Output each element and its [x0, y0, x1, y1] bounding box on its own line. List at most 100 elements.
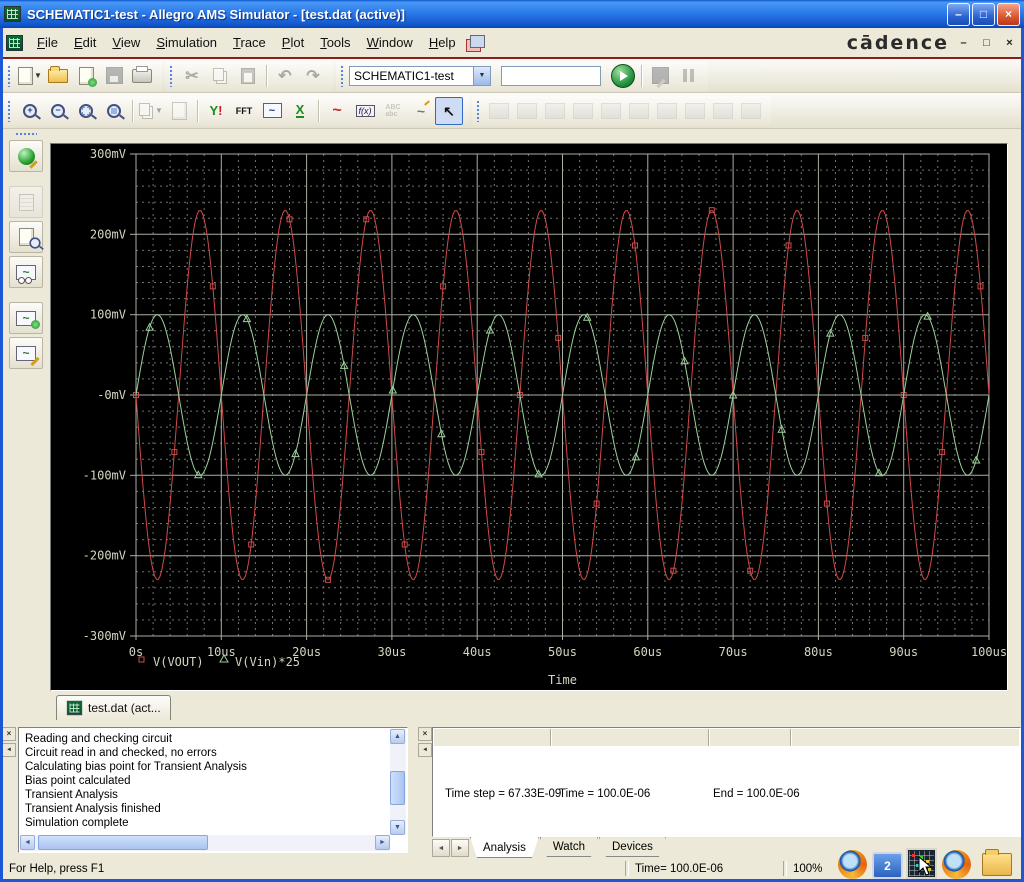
- edit-simulation-profile-button[interactable]: [646, 62, 674, 90]
- vertical-scroll-thumb[interactable]: [390, 771, 405, 805]
- cursor-trough-button[interactable]: [541, 97, 569, 125]
- edit-simulation-profile-sidebar-button[interactable]: ~: [9, 337, 43, 369]
- paste-button[interactable]: [234, 62, 262, 90]
- view-log-button[interactable]: [165, 97, 193, 125]
- view-simulation-results-button[interactable]: ~: [9, 256, 43, 288]
- copy-button[interactable]: [206, 62, 234, 90]
- evaluate-function-button[interactable]: f(x): [351, 97, 379, 125]
- menu-tools[interactable]: Tools: [312, 31, 358, 54]
- chevron-down-icon[interactable]: ▼: [155, 106, 163, 115]
- tab-scroll-right-button[interactable]: ►: [451, 839, 469, 857]
- menu-window[interactable]: Window: [359, 31, 421, 54]
- menu-file[interactable]: File: [29, 31, 66, 54]
- mdi-close-button[interactable]: ×: [1001, 35, 1018, 51]
- minimize-button[interactable]: –: [947, 2, 970, 26]
- close-button[interactable]: ×: [997, 2, 1020, 26]
- print-button[interactable]: [128, 62, 156, 90]
- zoom-in-button[interactable]: +: [16, 97, 44, 125]
- menu-trace[interactable]: Trace: [225, 31, 274, 54]
- scroll-up-button[interactable]: ▲: [390, 729, 405, 744]
- panel-dock-button[interactable]: ◄: [2, 743, 16, 757]
- combo-arrow-icon[interactable]: ▼: [473, 66, 490, 85]
- menu-plot[interactable]: Plot: [274, 31, 312, 54]
- toolbar-grip[interactable]: [7, 64, 11, 87]
- maximize-button[interactable]: □: [972, 2, 995, 26]
- firefox-icon[interactable]: [838, 850, 867, 879]
- new-simulation-profile-button[interactable]: [72, 62, 100, 90]
- add-plot-window-button[interactable]: ~: [258, 97, 286, 125]
- cursor-min-button[interactable]: [597, 97, 625, 125]
- undo-button[interactable]: ↶: [271, 62, 299, 90]
- cursor-slope-button[interactable]: [569, 97, 597, 125]
- monitor-2-icon[interactable]: 2: [872, 852, 903, 879]
- horizontal-scrollbar[interactable]: ◄ ►: [20, 835, 390, 851]
- copy-plot-button[interactable]: ▼: [137, 97, 165, 125]
- toolbar-grip[interactable]: [476, 99, 480, 122]
- x-axis-settings-button[interactable]: X: [286, 97, 314, 125]
- cursor-next-transition-button[interactable]: [709, 97, 737, 125]
- tab-devices[interactable]: Devices: [599, 837, 666, 857]
- chevron-down-icon[interactable]: ▼: [34, 71, 42, 80]
- tab-scroll-left-button[interactable]: ◄: [432, 839, 450, 857]
- zoom-out-button[interactable]: −: [44, 97, 72, 125]
- vertical-scrollbar[interactable]: ▲ ▼: [390, 729, 406, 835]
- y-axis-settings-button[interactable]: Y!: [202, 97, 230, 125]
- folder-icon[interactable]: [982, 849, 1012, 876]
- message-list[interactable]: Reading and checking circuit Circuit rea…: [18, 727, 408, 853]
- open-button[interactable]: [44, 62, 72, 90]
- panel-dock-button[interactable]: ◄: [418, 743, 432, 757]
- toolbar-grip[interactable]: [15, 132, 37, 136]
- tab-watch[interactable]: Watch: [540, 837, 598, 857]
- cascade-windows-icon[interactable]: [469, 34, 485, 48]
- mark-data-points-button[interactable]: ~: [407, 97, 435, 125]
- pause-simulation-button[interactable]: [674, 62, 702, 90]
- cursor-peak-button[interactable]: [513, 97, 541, 125]
- menu-simulation[interactable]: Simulation: [148, 31, 225, 54]
- tab-analysis[interactable]: Analysis: [470, 837, 539, 858]
- message-line: Calculating bias point for Transient Ana…: [25, 761, 247, 773]
- cursor-search-button[interactable]: [681, 97, 709, 125]
- panel-close-button[interactable]: ×: [2, 727, 16, 741]
- run-simulation-button[interactable]: [609, 62, 637, 90]
- scroll-right-button[interactable]: ►: [375, 835, 390, 850]
- view-datapoints-button[interactable]: [737, 97, 765, 125]
- view-circuit-file-button[interactable]: ~: [9, 302, 43, 334]
- firefox-icon[interactable]: [942, 850, 971, 879]
- fft-button[interactable]: FFT: [230, 97, 258, 125]
- zoom-fit-button[interactable]: [100, 97, 128, 125]
- x-tick-label: 100us: [971, 645, 1007, 659]
- plot-tab[interactable]: test.dat (act...: [56, 695, 171, 720]
- waveform-plot[interactable]: 0s 10us 20us 30us 40us 50us 60us 70us 80us 90us 10…: [50, 143, 1008, 691]
- select-pointer-button[interactable]: ↖: [435, 96, 463, 125]
- panel-close-button[interactable]: ×: [418, 727, 432, 741]
- simulation-queue-button[interactable]: [9, 186, 43, 218]
- toolbar-grip[interactable]: [7, 99, 11, 122]
- add-trace-button[interactable]: ~: [323, 97, 351, 125]
- save-button[interactable]: [100, 62, 128, 90]
- cursor-max-button[interactable]: [625, 97, 653, 125]
- menu-edit[interactable]: Edit: [66, 31, 104, 54]
- menu-help[interactable]: Help: [421, 31, 464, 54]
- mdi-minimize-button[interactable]: –: [955, 35, 972, 51]
- analysis-header-row: [434, 729, 1019, 746]
- new-button[interactable]: ▼: [16, 62, 44, 90]
- view-output-file-button[interactable]: [9, 221, 43, 253]
- simulation-profile-combo[interactable]: SCHEMATIC1-test ▼: [349, 65, 491, 86]
- scroll-down-button[interactable]: ▼: [390, 820, 405, 835]
- toolbar-grip[interactable]: [340, 64, 344, 87]
- scroll-left-button[interactable]: ◄: [20, 835, 35, 850]
- redo-button[interactable]: ↷: [299, 62, 327, 90]
- zoom-area-button[interactable]: [72, 97, 100, 125]
- cursor-toggle-button[interactable]: [485, 97, 513, 125]
- mdi-restore-button[interactable]: □: [978, 35, 995, 51]
- search-input[interactable]: [501, 65, 601, 86]
- menu-view[interactable]: View: [104, 31, 148, 54]
- title-bar[interactable]: SCHEMATIC1-test - Allegro AMS Simulator …: [0, 0, 1024, 28]
- simulation-status-button[interactable]: [9, 140, 43, 172]
- cut-button[interactable]: ✂: [178, 62, 206, 90]
- horizontal-scroll-thumb[interactable]: [38, 835, 208, 850]
- insert-text-button[interactable]: ABC abc: [379, 97, 407, 125]
- toolbar-grip[interactable]: [169, 64, 173, 87]
- cursor-point-button[interactable]: [653, 97, 681, 125]
- document-icon[interactable]: [6, 34, 23, 51]
